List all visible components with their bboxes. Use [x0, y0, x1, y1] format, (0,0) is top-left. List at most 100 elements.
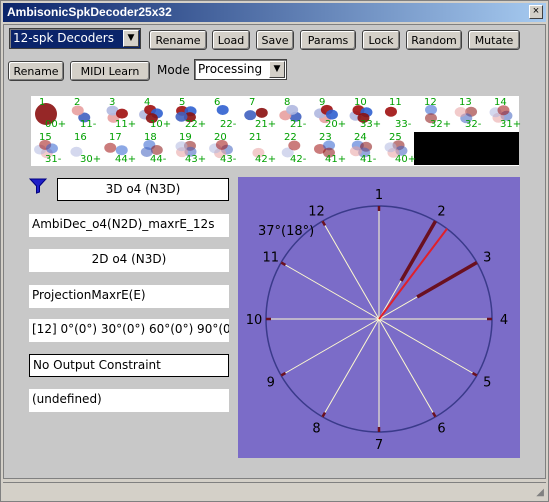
harmonic-thumb[interactable]: 1 00+: [33, 97, 66, 131]
harmonic-label: 44+: [115, 154, 137, 165]
preset-select-value: 12-spk Decoders: [13, 31, 114, 45]
harmonic-index: 18: [144, 132, 157, 143]
harmonic-thumb[interactable]: 4 10+: [138, 97, 171, 131]
chevron-down-icon[interactable]: ▼: [269, 61, 285, 78]
harmonic-thumb[interactable]: 25 40+: [383, 132, 416, 166]
speaker-label: 7: [375, 438, 383, 453]
harmonic-thumb[interactable]: 2 11-: [68, 97, 97, 131]
harmonic-label: 44-: [150, 154, 167, 165]
harmonic-thumb[interactable]: 18 44-: [138, 132, 167, 166]
harmonic-thumb[interactable]: 12 32+: [418, 97, 451, 131]
harmonic-label: 11-: [80, 119, 97, 130]
load-button[interactable]: Load: [212, 30, 250, 50]
harmonic-index: 13: [459, 97, 472, 108]
speaker-spoke: [378, 318, 436, 418]
harmonic-thumb[interactable]: 7 21+: [243, 97, 276, 131]
random-button[interactable]: Random: [406, 30, 462, 50]
mode-select-value: Processing: [198, 62, 263, 76]
harmonic-thumb[interactable]: 22 42-: [278, 132, 307, 166]
harmonic-index: 12: [424, 97, 437, 108]
speaker-spoke: [280, 318, 380, 376]
harmonic-thumb[interactable]: 5 22+: [173, 97, 206, 131]
speaker-layout-plot[interactable]: 12345678910111237°(18°): [238, 177, 520, 458]
speaker-marker: [471, 371, 478, 377]
harmonic-label: 42-: [290, 154, 307, 165]
constraint-field[interactable]: No Output Constraint: [29, 354, 229, 377]
harmonic-thumb[interactable]: 9 20+: [313, 97, 346, 131]
preset-select[interactable]: 12-spk Decoders ▼: [9, 28, 141, 49]
harmonic-thumb[interactable]: 11 33-: [383, 97, 411, 131]
harmonic-label: 21-: [290, 119, 307, 130]
speaker-marker: [280, 371, 287, 377]
decoder-name-field[interactable]: AmbiDec_o4(N2D)_maxrE_12s: [29, 214, 229, 237]
harmonic-label: 22+: [185, 119, 207, 130]
speaker-spoke: [322, 318, 380, 418]
harmonic-index: 8: [284, 97, 291, 108]
speaker-label: 9: [267, 376, 275, 391]
chevron-down-icon[interactable]: ▼: [123, 30, 139, 47]
harmonic-label: 43+: [185, 154, 207, 165]
speaker-label: 2: [437, 205, 445, 220]
harmonic-index: 17: [109, 132, 122, 143]
harmonic-label: 31-: [45, 154, 62, 165]
harmonic-index: 16: [74, 132, 87, 143]
speakers-field[interactable]: [12] 0°(0°) 30°(0°) 60°(0°) 90°(0°: [29, 319, 229, 342]
title-bar[interactable]: AmbisonicSpkDecoder25x32 ×: [3, 3, 546, 22]
speaker-label: 11: [262, 251, 279, 266]
mutate-button[interactable]: Mutate: [468, 30, 520, 50]
harmonic-label: 33+: [360, 119, 382, 130]
harmonic-label: 20+: [325, 119, 347, 130]
harmonic-thumb[interactable]: 15 31-: [33, 132, 62, 166]
harmonic-index: 25: [389, 132, 402, 143]
selected-speaker-ray: [416, 260, 478, 299]
harmonic-thumb[interactable]: 10 33+: [348, 97, 381, 131]
speaker-label: 4: [500, 313, 508, 328]
harmonic-index: 14: [494, 97, 507, 108]
harmonic-index: 6: [214, 97, 221, 108]
harmonic-thumb[interactable]: 3 11+: [103, 97, 136, 131]
harmonic-thumb[interactable]: 16 30+: [68, 132, 101, 166]
method-field[interactable]: ProjectionMaxrE(E): [29, 285, 229, 308]
harmonic-index: 15: [39, 132, 52, 143]
harmonic-thumb[interactable]: 17 44+: [103, 132, 136, 166]
close-icon[interactable]: ×: [529, 5, 543, 19]
harmonic-index: 20: [214, 132, 227, 143]
harmonic-thumb[interactable]: 14 31+: [488, 97, 521, 131]
source-direction-ray: [378, 228, 448, 320]
harmonic-thumb[interactable]: 20 43-: [208, 132, 236, 166]
harmonic-thumb[interactable]: 21 42+: [243, 132, 276, 166]
harmonic-index: 1: [39, 97, 46, 108]
harmonic-index: 19: [179, 132, 192, 143]
rename-button[interactable]: Rename: [8, 61, 64, 81]
resize-grip-icon[interactable]: ◢: [536, 487, 544, 498]
angle-readout: 37°(18°): [258, 224, 314, 239]
harmonic-index: 11: [389, 97, 402, 108]
speaker-marker: [280, 261, 287, 267]
harmonic-index: 10: [354, 97, 367, 108]
speaker-spoke: [322, 220, 380, 320]
harmonic-label: 41+: [325, 154, 347, 165]
filter-icon[interactable]: [29, 178, 47, 194]
harmonic-thumb[interactable]: 8 21-: [278, 97, 307, 131]
harmonic-index: 5: [179, 97, 186, 108]
harmonic-thumb[interactable]: 19 43+: [173, 132, 206, 166]
harmonic-index: 23: [319, 132, 332, 143]
lock-button[interactable]: Lock: [362, 30, 400, 50]
harmonic-thumb[interactable]: 24 41-: [348, 132, 376, 166]
speaker-marker: [431, 411, 437, 418]
midi-learn-button[interactable]: MIDI Learn: [70, 61, 150, 81]
mode-select[interactable]: Processing ▼: [194, 59, 287, 80]
harmonic-thumb[interactable]: 23 41+: [313, 132, 346, 166]
harmonic-thumb[interactable]: 6 22-: [208, 97, 236, 131]
harmonic-label: 30+: [80, 154, 102, 165]
rename-preset-button[interactable]: Rename: [149, 30, 207, 50]
speaker-layout-panel[interactable]: 1 2 3 4 5 6 7 8 9 10 11 12 37°(18°): [238, 177, 520, 458]
speaker-label: 12: [308, 205, 325, 220]
undefined-field[interactable]: (undefined): [29, 389, 229, 412]
format-2d-field[interactable]: 2D o4 (N3D): [29, 249, 229, 272]
save-button[interactable]: Save: [256, 30, 294, 50]
empty-slot: [414, 132, 519, 165]
format-3d-field[interactable]: 3D o4 (N3D): [57, 178, 229, 201]
params-button[interactable]: Params: [300, 30, 356, 50]
harmonic-thumb[interactable]: 13 32-: [453, 97, 481, 131]
